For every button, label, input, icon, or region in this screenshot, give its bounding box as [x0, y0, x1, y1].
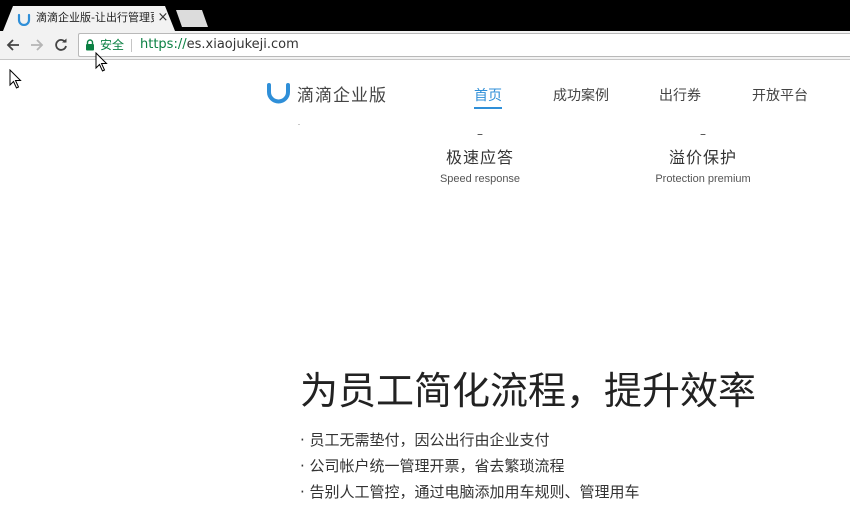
back-arrow-icon — [6, 39, 19, 51]
url-scheme: https:// — [140, 37, 187, 52]
url-separator — [131, 39, 132, 52]
didi-favicon-icon — [17, 13, 31, 26]
nav-open-platform[interactable]: 开放平台 — [752, 85, 808, 105]
nav-home[interactable]: 首页 — [474, 85, 502, 105]
lock-icon — [86, 39, 94, 51]
page-headline: 为员工简化流程，提升效率 — [300, 369, 757, 413]
address-bar[interactable]: 安全 https://es.xiaojukeji.com — [78, 33, 850, 57]
back-button[interactable] — [4, 36, 22, 54]
page-content: 滴滴企业版 首页 成功案例 出行券 开放平台 – 极速应答 Speed resp… — [0, 61, 850, 525]
divider-dot — [298, 124, 300, 125]
feature-subtitle: Protection premium — [655, 173, 751, 185]
reload-button[interactable] — [52, 36, 70, 54]
feature-title: 极速应答 — [445, 148, 514, 167]
benefit-list: · 员工无需垫付，因公出行由企业支付 · 公司帐户统一管理开票，省去繁琐流程 ·… — [300, 427, 640, 505]
url-host: es.xiaojukeji.com — [186, 37, 299, 52]
nav-active-indicator — [474, 107, 502, 109]
list-item: · 告别人工管控，通过电脑添加用车规则、管理用车 — [300, 483, 640, 501]
browser-tabstrip: 滴滴企业版-让出行管理更 × — [0, 0, 850, 31]
site-logo[interactable]: 滴滴企业版 — [266, 81, 387, 106]
new-tab-button[interactable] — [176, 10, 208, 27]
logo-text: 滴滴企业版 — [297, 85, 387, 106]
feature-speed-response: – 极速应答 Speed response — [400, 127, 560, 186]
mouse-cursor-icon — [95, 52, 108, 72]
didi-logo-icon — [267, 83, 290, 104]
close-icon[interactable]: × — [157, 10, 169, 26]
list-item: · 员工无需垫付，因公出行由企业支付 — [300, 431, 550, 449]
list-item: · 公司帐户统一管理开票，省去繁琐流程 — [300, 457, 565, 475]
feature-dash: – — [477, 127, 483, 141]
feature-title: 溢价保护 — [668, 148, 737, 167]
nav-success-cases[interactable]: 成功案例 — [553, 85, 609, 105]
feature-subtitle: Speed response — [439, 173, 521, 185]
forward-button[interactable] — [28, 36, 46, 54]
secure-label: 安全 — [100, 38, 125, 52]
url-text[interactable]: https://es.xiaojukeji.com — [140, 37, 299, 53]
forward-arrow-icon — [31, 39, 44, 51]
feature-dash: – — [700, 127, 706, 141]
browser-tab-active[interactable]: 滴滴企业版-让出行管理更 × — [3, 6, 175, 31]
tab-title: 滴滴企业版-让出行管理更 — [36, 11, 154, 24]
browser-toolbar: 安全 https://es.xiaojukeji.com — [0, 31, 850, 60]
nav-travel-coupons[interactable]: 出行券 — [659, 85, 701, 105]
feature-protection-premium: – 溢价保护 Protection premium — [623, 127, 783, 186]
reload-icon — [55, 38, 67, 51]
mouse-cursor-icon — [9, 69, 22, 89]
